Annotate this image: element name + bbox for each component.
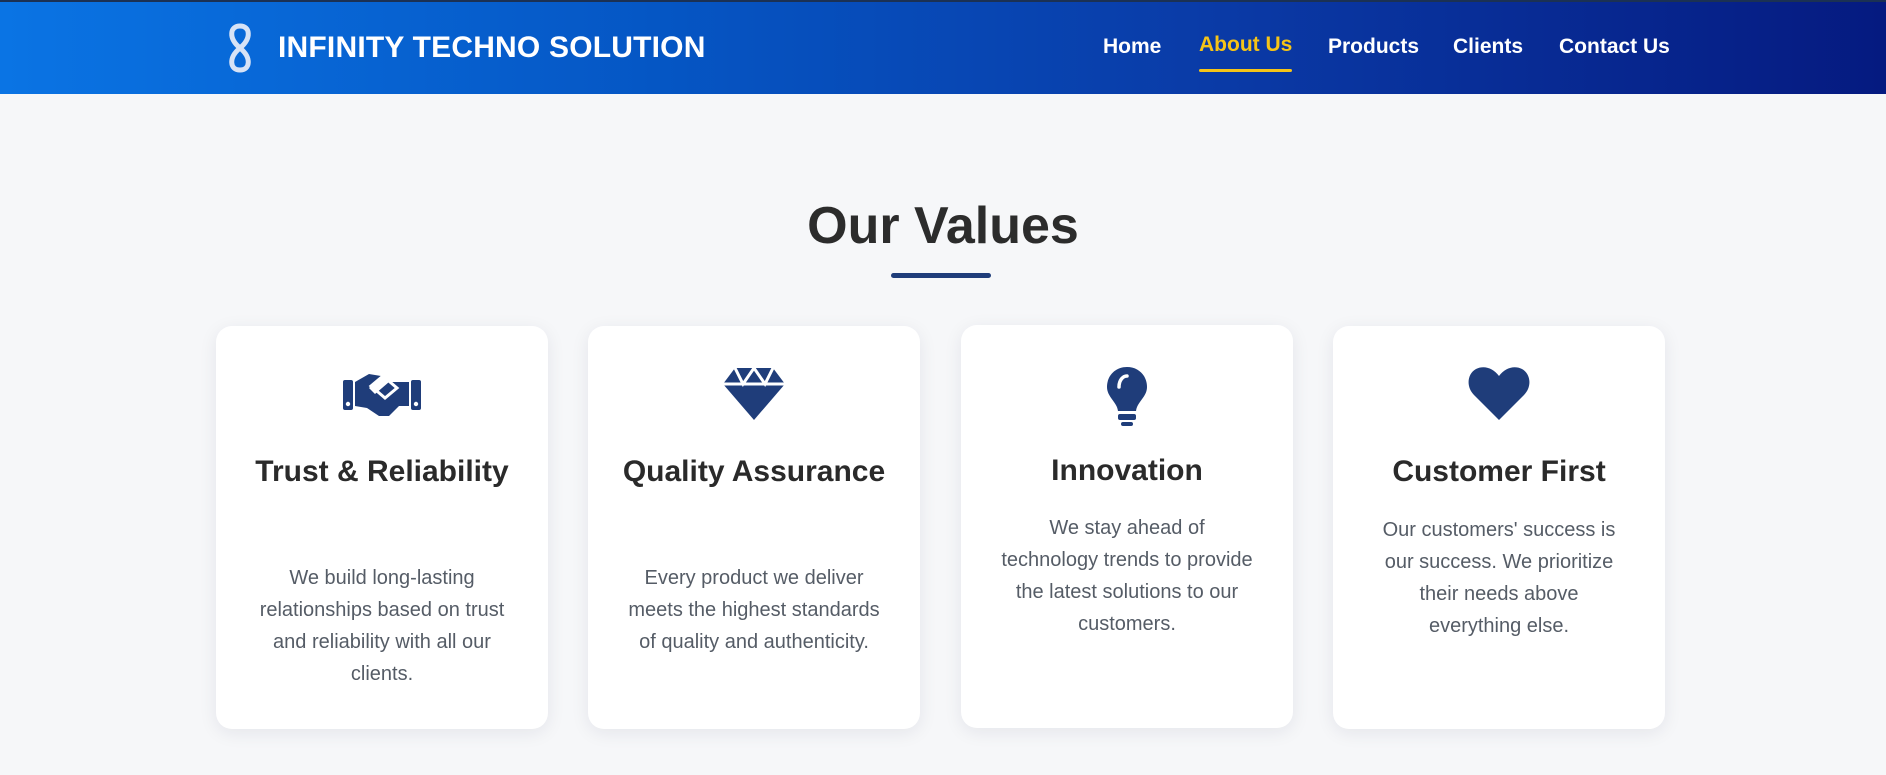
nav-products[interactable]: Products (1328, 35, 1419, 59)
card-title: Customer First (1392, 455, 1606, 488)
gem-icon (723, 366, 785, 420)
handshake-icon (343, 374, 421, 416)
brand-logo[interactable]: INFINITY TECHNO SOLUTION (224, 22, 706, 74)
lightbulb-icon (1107, 367, 1147, 426)
value-card-trust: Trust & Reliability We build long-lastin… (216, 326, 548, 729)
value-card-quality: Quality Assurance Every product we deliv… (588, 326, 920, 729)
heart-icon (1468, 367, 1530, 420)
section-title: Our Values (807, 197, 1079, 255)
card-description: We build long-lasting relationships base… (259, 567, 505, 685)
nav-about-us-label: About Us (1199, 33, 1293, 56)
brand-name: INFINITY TECHNO SOLUTION (278, 31, 706, 64)
active-nav-underline (1199, 69, 1293, 72)
value-card-customer-first: Customer First Our customers' success is… (1333, 326, 1665, 729)
card-title: Quality Assurance (622, 455, 886, 488)
nav-clients[interactable]: Clients (1453, 35, 1523, 59)
card-description: We stay ahead of technology trends to pr… (1001, 517, 1253, 635)
card-title: Trust & Reliability (255, 455, 509, 488)
card-description: Every product we deliver meets the highe… (628, 567, 880, 653)
infinity-icon (229, 23, 251, 73)
card-description: Our customers' success is our success. W… (1382, 519, 1616, 637)
nav-contact-us[interactable]: Contact Us (1559, 35, 1670, 59)
nav-home[interactable]: Home (1103, 35, 1161, 59)
card-title: Innovation (1051, 454, 1203, 487)
title-underline (891, 273, 991, 278)
value-card-innovation: Innovation We stay ahead of technology t… (961, 325, 1293, 728)
nav-about-us[interactable]: About Us (1199, 33, 1293, 72)
site-header: INFINITY TECHNO SOLUTION Home About Us P… (0, 0, 1886, 94)
